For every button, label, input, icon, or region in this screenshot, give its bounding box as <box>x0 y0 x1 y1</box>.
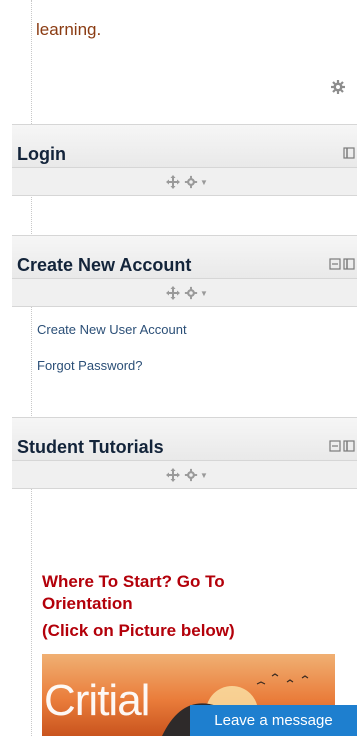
intro-text: learning. <box>36 20 102 39</box>
tutorials-subheading: (Click on Picture below) <box>42 621 235 640</box>
dock-icon[interactable] <box>343 440 355 452</box>
gear-icon[interactable] <box>184 175 198 189</box>
create-account-controls-bar: ▼ <box>12 279 357 307</box>
leave-message-button[interactable]: Leave a message <box>190 705 357 736</box>
move-icon[interactable] <box>166 468 180 482</box>
gear-icon[interactable] <box>184 286 198 300</box>
chevron-down-icon[interactable]: ▼ <box>200 289 208 298</box>
chevron-down-icon[interactable]: ▼ <box>200 471 208 480</box>
picture-text: Critial <box>44 676 150 725</box>
create-user-account-link[interactable]: Create New User Account <box>37 322 187 337</box>
block-title-create-account: Create New Account <box>17 255 192 275</box>
tutorials-controls-bar: ▼ <box>12 461 357 489</box>
gear-icon[interactable] <box>330 79 346 95</box>
tutorials-heading-line1: Where To Start? Go To <box>42 572 225 591</box>
column-divider <box>31 0 32 736</box>
login-block-header: Login <box>12 124 357 168</box>
tutorials-heading-line2: Orientation <box>42 594 133 613</box>
tutorials-block-header: Student Tutorials <box>12 417 357 461</box>
move-icon[interactable] <box>166 286 180 300</box>
dock-icon[interactable] <box>343 147 355 159</box>
collapse-icon[interactable] <box>329 440 341 452</box>
create-account-block-header: Create New Account <box>12 235 357 279</box>
move-icon[interactable] <box>166 175 180 189</box>
gear-icon[interactable] <box>184 468 198 482</box>
dock-icon[interactable] <box>343 258 355 270</box>
collapse-icon[interactable] <box>329 258 341 270</box>
block-title-login: Login <box>17 144 66 164</box>
login-controls-bar: ▼ <box>12 168 357 196</box>
forgot-password-link[interactable]: Forgot Password? <box>37 358 143 373</box>
chevron-down-icon[interactable]: ▼ <box>200 178 208 187</box>
block-title-tutorials: Student Tutorials <box>17 437 164 457</box>
